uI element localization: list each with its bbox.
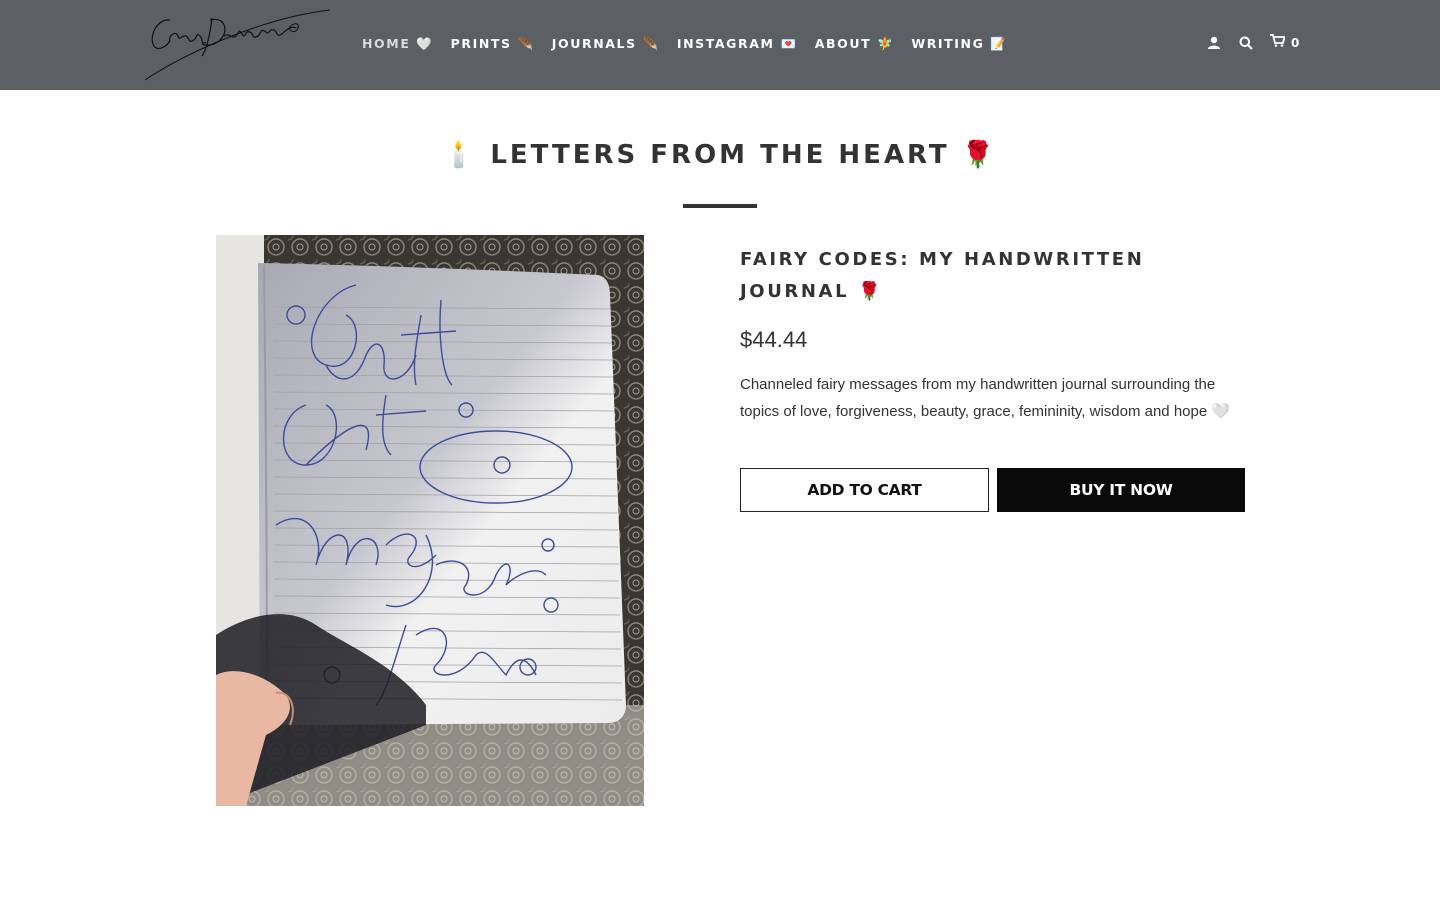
nav-about[interactable]: ABOUT 🧚 xyxy=(815,36,895,52)
nav-writing[interactable]: WRITING 📝 xyxy=(911,36,1007,52)
nav-home[interactable]: HOME 🤍 xyxy=(362,36,434,52)
header-actions: 0 xyxy=(1206,34,1299,52)
product-image[interactable] xyxy=(216,235,644,806)
add-to-cart-button[interactable]: ADD TO CART xyxy=(740,468,989,512)
title-divider xyxy=(683,204,757,208)
nav-prints[interactable]: PRINTS 🪶 xyxy=(451,36,535,52)
account-icon[interactable] xyxy=(1206,35,1222,51)
main-nav: HOME 🤍 PRINTS 🪶 JOURNALS 🪶 INSTAGRAM 💌 A… xyxy=(362,36,1025,52)
product-title: FAIRY CODES: MY HANDWRITTEN JOURNAL 🌹 xyxy=(740,249,1145,302)
cart-count: 0 xyxy=(1291,36,1300,50)
nav-journals[interactable]: JOURNALS 🪶 xyxy=(552,36,660,52)
page-title: 🕯️ LETTERS FROM THE HEART 🌹 xyxy=(442,140,998,170)
product-description: Channeled fairy messages from my handwri… xyxy=(740,376,1231,420)
product-price: $44.44 xyxy=(740,327,808,352)
signature-logo[interactable] xyxy=(140,6,340,84)
site-header: HOME 🤍 PRINTS 🪶 JOURNALS 🪶 INSTAGRAM 💌 A… xyxy=(0,0,1440,90)
nav-instagram[interactable]: INSTAGRAM 💌 xyxy=(677,36,798,52)
cart-button[interactable]: 0 xyxy=(1270,34,1299,52)
buy-it-now-button[interactable]: BUY IT NOW xyxy=(997,468,1245,512)
cart-icon xyxy=(1270,34,1286,52)
search-icon[interactable] xyxy=(1238,35,1254,51)
